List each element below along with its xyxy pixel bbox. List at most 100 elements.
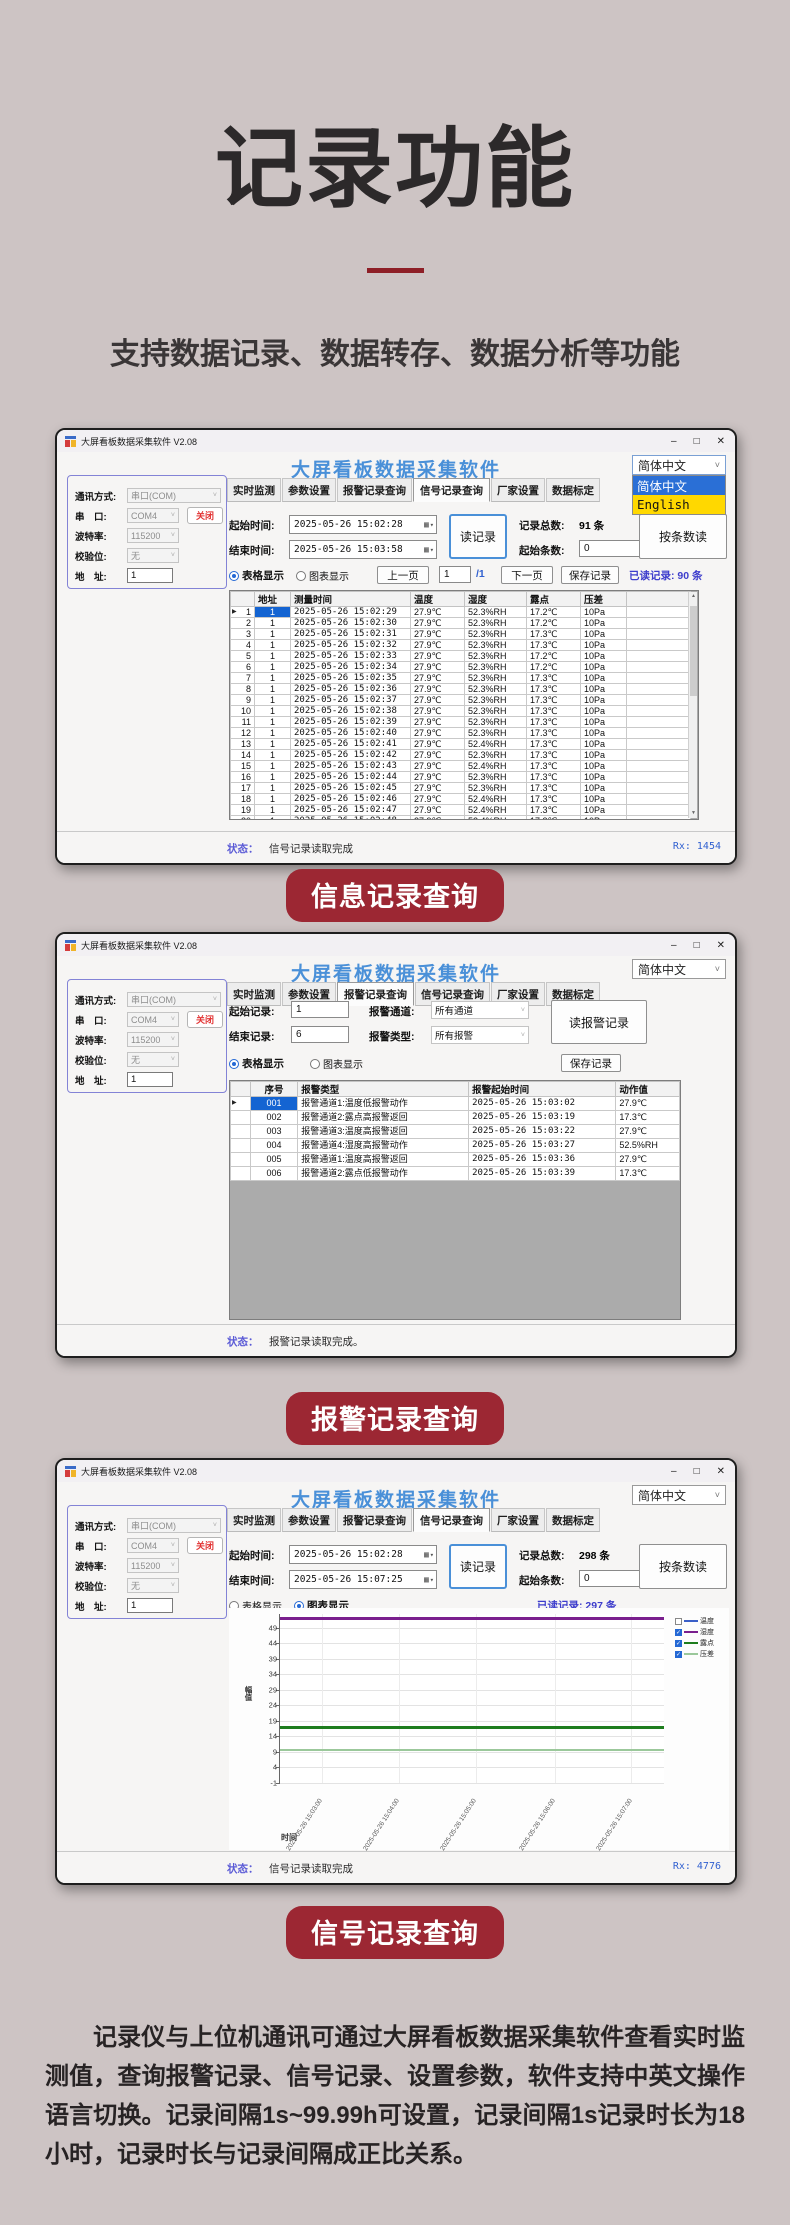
scroll-up-icon[interactable]: ▲ [689, 592, 698, 601]
address-input[interactable]: 1 [127, 1072, 173, 1087]
tab-alarm-records[interactable]: 报警记录查询 [337, 478, 412, 502]
tab-calibration[interactable]: 数据标定 [546, 1508, 600, 1532]
alarm-channel-select[interactable]: 所有通道˅ [431, 1001, 529, 1019]
read-by-count-button[interactable]: 按条数读 [639, 514, 727, 559]
maximize-icon[interactable]: □ [694, 940, 700, 951]
language-select[interactable]: 简体中文 ˅ [632, 959, 726, 979]
language-select[interactable]: 简体中文 ˅ [632, 455, 726, 475]
comm-mode-select[interactable]: 串口(COM)˅ [127, 488, 221, 503]
baud-select[interactable]: 115200˅ [127, 1558, 179, 1573]
tab-params[interactable]: 参数设置 [282, 1508, 336, 1532]
maximize-icon[interactable]: □ [694, 436, 700, 447]
table-display-radio[interactable] [229, 1059, 239, 1069]
close-port-button[interactable]: 关闭 [187, 507, 223, 524]
table-row[interactable]: 18 1 2025-05-26 15:02:46 27.9℃ 52.4%RH 1… [231, 794, 691, 805]
table-row[interactable]: 4 1 2025-05-26 15:02:32 27.9℃ 52.3%RH 17… [231, 640, 691, 651]
tab-factory[interactable]: 厂家设置 [491, 1508, 545, 1532]
table-row[interactable]: 12 1 2025-05-26 15:02:40 27.9℃ 52.3%RH 1… [231, 728, 691, 739]
alarm-type-select[interactable]: 所有报警˅ [431, 1026, 529, 1044]
prev-page-button[interactable]: 上一页 [377, 566, 429, 584]
baud-select[interactable]: 115200˅ [127, 1032, 179, 1047]
page-number-input[interactable]: 1 [439, 566, 471, 583]
address-input[interactable]: 1 [127, 568, 173, 583]
table-row[interactable]: 16 1 2025-05-26 15:02:44 27.9℃ 52.3%RH 1… [231, 772, 691, 783]
language-option-chinese[interactable]: 简体中文 [633, 476, 725, 495]
table-row[interactable]: 17 1 2025-05-26 15:02:45 27.9℃ 52.3%RH 1… [231, 783, 691, 794]
save-records-button[interactable]: 保存记录 [561, 1054, 621, 1072]
legend-checkbox-露点[interactable]: ✓ [675, 1640, 682, 1647]
chart-display-radio[interactable] [310, 1059, 320, 1069]
table-row[interactable]: 004 报警通道4:湿度高报警动作 2025-05-26 15:03:27 52… [231, 1139, 680, 1153]
port-select[interactable]: COM4˅ [127, 1538, 179, 1553]
read-records-button[interactable]: 读记录 [449, 514, 507, 559]
read-records-button[interactable]: 读记录 [449, 1544, 507, 1589]
next-page-button[interactable]: 下一页 [501, 566, 553, 584]
port-select[interactable]: COM4˅ [127, 1012, 179, 1027]
table-row[interactable]: 003 报警通道3:温度高报警返回 2025-05-26 15:03:22 27… [231, 1125, 680, 1139]
close-port-button[interactable]: 关闭 [187, 1011, 223, 1028]
minimize-icon[interactable]: – [671, 940, 677, 951]
tab-calibration[interactable]: 数据标定 [546, 478, 600, 502]
table-row[interactable]: 3 1 2025-05-26 15:02:31 27.9℃ 52.3%RH 17… [231, 629, 691, 640]
table-row[interactable]: 13 1 2025-05-26 15:02:41 27.9℃ 52.4%RH 1… [231, 739, 691, 750]
scroll-down-icon[interactable]: ▼ [689, 809, 698, 818]
tab-params[interactable]: 参数设置 [282, 478, 336, 502]
scrollbar-thumb[interactable] [690, 606, 697, 696]
close-icon[interactable]: ✕ [717, 1466, 725, 1477]
start-time-input[interactable]: 2025-05-26 15:02:28▦▾ [289, 1545, 437, 1564]
minimize-icon[interactable]: – [671, 436, 677, 447]
tab-alarm-records[interactable]: 报警记录查询 [337, 1508, 412, 1532]
parity-select[interactable]: 无˅ [127, 1052, 179, 1067]
address-input[interactable]: 1 [127, 1598, 173, 1613]
tab-signal-records[interactable]: 信号记录查询 [413, 1508, 490, 1532]
language-select[interactable]: 简体中文 ˅ [632, 1485, 726, 1505]
table-row[interactable]: 002 报警通道2:露点高报警返回 2025-05-26 15:03:19 17… [231, 1111, 680, 1125]
parity-select[interactable]: 无˅ [127, 1578, 179, 1593]
baud-select[interactable]: 115200˅ [127, 528, 179, 543]
table-row[interactable]: 6 1 2025-05-26 15:02:34 27.9℃ 52.3%RH 17… [231, 662, 691, 673]
port-select[interactable]: COM4˅ [127, 508, 179, 523]
table-row[interactable]: 2 1 2025-05-26 15:02:30 27.9℃ 52.3%RH 17… [231, 618, 691, 629]
minimize-icon[interactable]: – [671, 1466, 677, 1477]
legend-checkbox-湿度[interactable]: ✓ [675, 1629, 682, 1636]
language-option-english[interactable]: English [633, 495, 725, 514]
tab-signal-records[interactable]: 信号记录查询 [413, 478, 490, 502]
save-records-button[interactable]: 保存记录 [561, 566, 619, 584]
end-record-input[interactable]: 6 [291, 1026, 349, 1043]
parity-select[interactable]: 无˅ [127, 548, 179, 563]
close-icon[interactable]: ✕ [717, 940, 725, 951]
table-row[interactable]: 11 1 2025-05-26 15:02:39 27.9℃ 52.3%RH 1… [231, 717, 691, 728]
end-time-input[interactable]: 2025-05-26 15:03:58▦▾ [289, 540, 437, 559]
maximize-icon[interactable]: □ [694, 1466, 700, 1477]
table-row[interactable]: 006 报警通道2:露点低报警动作 2025-05-26 15:03:39 17… [231, 1167, 680, 1181]
table-row[interactable]: 005 报警通道1:温度高报警返回 2025-05-26 15:03:36 27… [231, 1153, 680, 1167]
table-row[interactable]: 15 1 2025-05-26 15:02:43 27.9℃ 52.4%RH 1… [231, 761, 691, 772]
read-by-count-button[interactable]: 按条数读 [639, 1544, 727, 1589]
table-row[interactable]: 14 1 2025-05-26 15:02:42 27.9℃ 52.3%RH 1… [231, 750, 691, 761]
table-row[interactable]: 10 1 2025-05-26 15:02:38 27.9℃ 52.3%RH 1… [231, 706, 691, 717]
table-row[interactable]: 8 1 2025-05-26 15:02:36 27.9℃ 52.3%RH 17… [231, 684, 691, 695]
tab-factory[interactable]: 厂家设置 [491, 478, 545, 502]
comm-mode-select[interactable]: 串口(COM)˅ [127, 992, 221, 1007]
start-record-input[interactable]: 1 [291, 1001, 349, 1018]
tab-realtime[interactable]: 实时监测 [227, 1508, 281, 1532]
table-row[interactable]: 19 1 2025-05-26 15:02:47 27.9℃ 52.4%RH 1… [231, 805, 691, 816]
comm-mode-select[interactable]: 串口(COM)˅ [127, 1518, 221, 1533]
start-time-input[interactable]: 2025-05-26 15:02:28▦▾ [289, 515, 437, 534]
table-row[interactable]: 7 1 2025-05-26 15:02:35 27.9℃ 52.3%RH 17… [231, 673, 691, 684]
table-row[interactable]: 20 1 2025-05-26 15:02:48 27.9℃ 52.4%RH 1… [231, 816, 691, 821]
table-row[interactable]: 9 1 2025-05-26 15:02:37 27.9℃ 52.3%RH 17… [231, 695, 691, 706]
tab-realtime[interactable]: 实时监测 [227, 478, 281, 502]
chart-display-radio[interactable] [296, 571, 306, 581]
close-port-button[interactable]: 关闭 [187, 1537, 223, 1554]
close-icon[interactable]: ✕ [717, 436, 725, 447]
table-display-radio[interactable] [229, 571, 239, 581]
end-time-input[interactable]: 2025-05-26 15:07:25▦▾ [289, 1570, 437, 1589]
table-scrollbar[interactable]: ▲ ▼ [688, 592, 697, 818]
legend-checkbox-温度[interactable] [675, 1618, 682, 1625]
legend-checkbox-压差[interactable]: ✓ [675, 1651, 682, 1658]
read-alarm-records-button[interactable]: 读报警记录 [551, 1000, 647, 1044]
table-row[interactable]: 001 报警通道1:温度低报警动作 2025-05-26 15:03:02 27… [231, 1097, 680, 1111]
table-row[interactable]: 1 1 2025-05-26 15:02:29 27.9℃ 52.3%RH 17… [231, 607, 691, 618]
tab-realtime[interactable]: 实时监测 [227, 982, 281, 1006]
